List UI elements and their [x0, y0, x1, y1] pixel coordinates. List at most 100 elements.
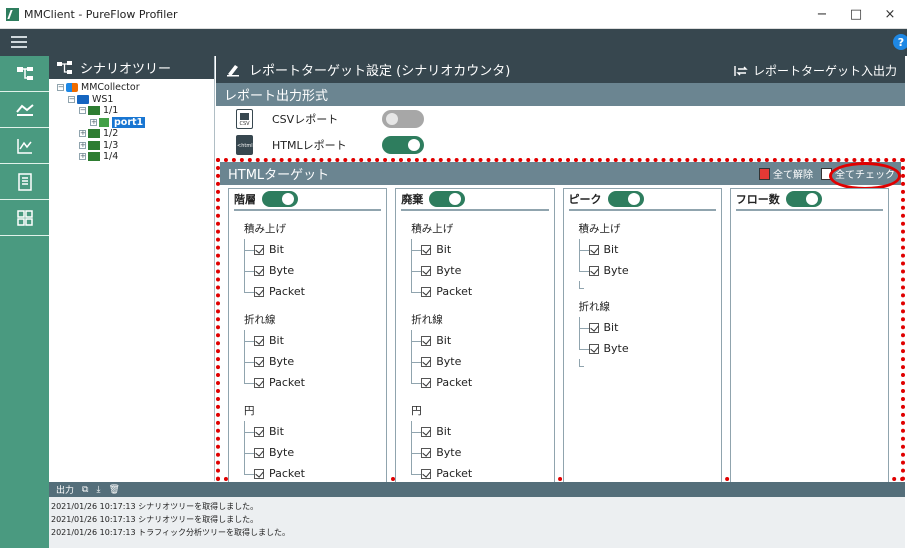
collapse-icon[interactable]: − [57, 84, 64, 92]
rail-report[interactable] [0, 164, 49, 200]
help-icon[interactable]: ? [893, 34, 907, 50]
rail-scenario-tree[interactable] [0, 56, 49, 92]
collapse-icon[interactable]: − [79, 107, 86, 115]
expand-icon[interactable]: + [79, 153, 86, 161]
metric-checkbox-row[interactable]: Byte [229, 351, 386, 372]
checkbox[interactable] [254, 447, 264, 458]
metric-checkbox-row[interactable]: Byte [564, 260, 721, 281]
collapse-icon[interactable]: − [68, 95, 75, 103]
checkbox[interactable] [588, 343, 599, 354]
metric-checkbox-row[interactable]: Packet [229, 372, 386, 393]
checkbox[interactable] [254, 426, 264, 437]
trash-icon[interactable]: 🗑 [108, 485, 119, 495]
tree-node-ws1[interactable]: − WS1 [49, 94, 214, 106]
metric-checkbox-row[interactable]: Bit [396, 239, 553, 260]
csv-report-toggle[interactable] [382, 110, 424, 128]
checkbox[interactable] [421, 447, 432, 458]
metric-label: Bit [603, 321, 619, 334]
html-report-label: HTMLレポート [272, 139, 347, 152]
tree-node-1-4[interactable]: + 1/4 [49, 151, 214, 163]
close-button[interactable]: × [873, 0, 907, 29]
target-column: 階層 積み上げ Bit Byte Packet 折れ線 Bit Byte Packet 円 Bit B… [228, 188, 388, 488]
scenario-tree-panel: シナリオツリー − MMCollector − WS1 − 1/1 + port… [49, 56, 215, 481]
report-target-io-button[interactable]: レポートターゲット入出力 [734, 62, 897, 79]
checkbox[interactable] [254, 377, 264, 388]
target-column-header: 廃棄 [401, 189, 549, 211]
metric-checkbox-row[interactable]: Bit [396, 330, 553, 351]
metric-checkbox-row[interactable]: Packet [229, 463, 386, 484]
checkbox[interactable] [254, 265, 264, 276]
metric-label: Bit [269, 243, 284, 256]
rail-layout[interactable] [0, 200, 49, 236]
target-column-title: ピーク [568, 193, 602, 206]
target-column-title: 階層 [234, 193, 256, 206]
tree-icon [57, 60, 72, 74]
download-icon[interactable]: ⤓ [96, 485, 100, 495]
uncheck-all-button[interactable]: 全て解除 [759, 166, 813, 181]
checkbox[interactable] [254, 468, 264, 479]
metric-checkbox-row[interactable]: Bit [229, 239, 386, 260]
maximize-button[interactable]: □ [839, 0, 873, 29]
tree-node-collector[interactable]: − MMCollector [49, 82, 214, 94]
minimize-button[interactable]: − [805, 0, 839, 29]
html-file-icon: <html> [236, 135, 257, 155]
metric-label: Packet [269, 376, 305, 389]
metric-checkbox-row[interactable]: Byte [564, 338, 721, 359]
checkbox[interactable] [254, 286, 264, 297]
checkbox[interactable] [421, 265, 432, 276]
html-report-toggle[interactable] [382, 136, 424, 154]
metric-checkbox-row[interactable]: Packet [396, 281, 553, 302]
chart-group-title: 積み上げ [244, 223, 286, 235]
metric-checkbox-row[interactable]: Packet [396, 463, 553, 484]
csv-file-icon: CSV [236, 109, 253, 129]
metric-label: Bit [436, 425, 452, 438]
metric-checkbox-row[interactable]: Bit [564, 317, 721, 338]
checkbox[interactable] [421, 335, 432, 346]
rail-traffic[interactable] [0, 92, 49, 128]
checkbox[interactable] [421, 244, 432, 255]
copy-icon[interactable]: ⧉ [82, 485, 88, 495]
metric-checkbox-row[interactable]: Bit [229, 421, 386, 442]
menu-icon[interactable] [11, 36, 27, 48]
metric-checkbox-row[interactable]: Byte [396, 351, 553, 372]
checkbox[interactable] [421, 286, 432, 297]
target-column-toggle[interactable] [785, 191, 822, 207]
metric-checkbox-row[interactable]: Bit [396, 421, 553, 442]
metric-label: Byte [603, 264, 629, 277]
check-all-button[interactable]: 全てチェック [821, 162, 901, 190]
checkbox[interactable] [588, 265, 599, 276]
metric-checkbox-row[interactable]: Byte [229, 442, 386, 463]
checkbox[interactable] [588, 322, 599, 333]
target-column-toggle[interactable] [607, 191, 644, 207]
expand-icon[interactable]: + [90, 118, 97, 126]
metric-checkbox-row[interactable]: Bit [229, 330, 386, 351]
rail-graph[interactable] [0, 128, 49, 164]
target-column-toggle[interactable] [429, 191, 466, 207]
chart-group-title: 折れ線 [578, 301, 611, 313]
tree-node-1-2[interactable]: + 1/2 [49, 128, 214, 140]
checkbox[interactable] [254, 335, 264, 346]
metric-checkbox-row[interactable]: Bit [564, 239, 721, 260]
metric-checkbox-row[interactable]: Packet [229, 281, 386, 302]
port-group-icon [88, 152, 100, 162]
metric-checkbox-row[interactable]: Packet [396, 372, 553, 393]
report-target-panel: レポートターゲット設定 (シナリオカウンタ) レポートターゲット入出力 レポート… [216, 56, 905, 488]
checkbox[interactable] [421, 426, 432, 437]
tree-node-1-1[interactable]: − 1/1 [49, 105, 214, 117]
checkbox[interactable] [421, 468, 432, 479]
checkbox[interactable] [254, 244, 264, 255]
metric-checkbox-row[interactable]: Byte [396, 442, 553, 463]
port-group-icon [88, 129, 100, 139]
collector-icon [66, 83, 78, 93]
checkbox[interactable] [421, 377, 432, 388]
checkbox[interactable] [588, 244, 599, 255]
checkbox[interactable] [254, 356, 264, 367]
metric-checkbox-row[interactable]: Byte [229, 260, 386, 281]
metric-checkbox-row[interactable]: Byte [396, 260, 553, 281]
checkbox[interactable] [421, 356, 432, 367]
target-column-toggle[interactable] [262, 191, 298, 207]
expand-icon[interactable]: + [79, 130, 86, 138]
expand-icon[interactable]: + [79, 141, 86, 149]
tree-node-port1[interactable]: + port1 [49, 116, 214, 129]
tree-node-1-3[interactable]: + 1/3 [49, 140, 214, 152]
